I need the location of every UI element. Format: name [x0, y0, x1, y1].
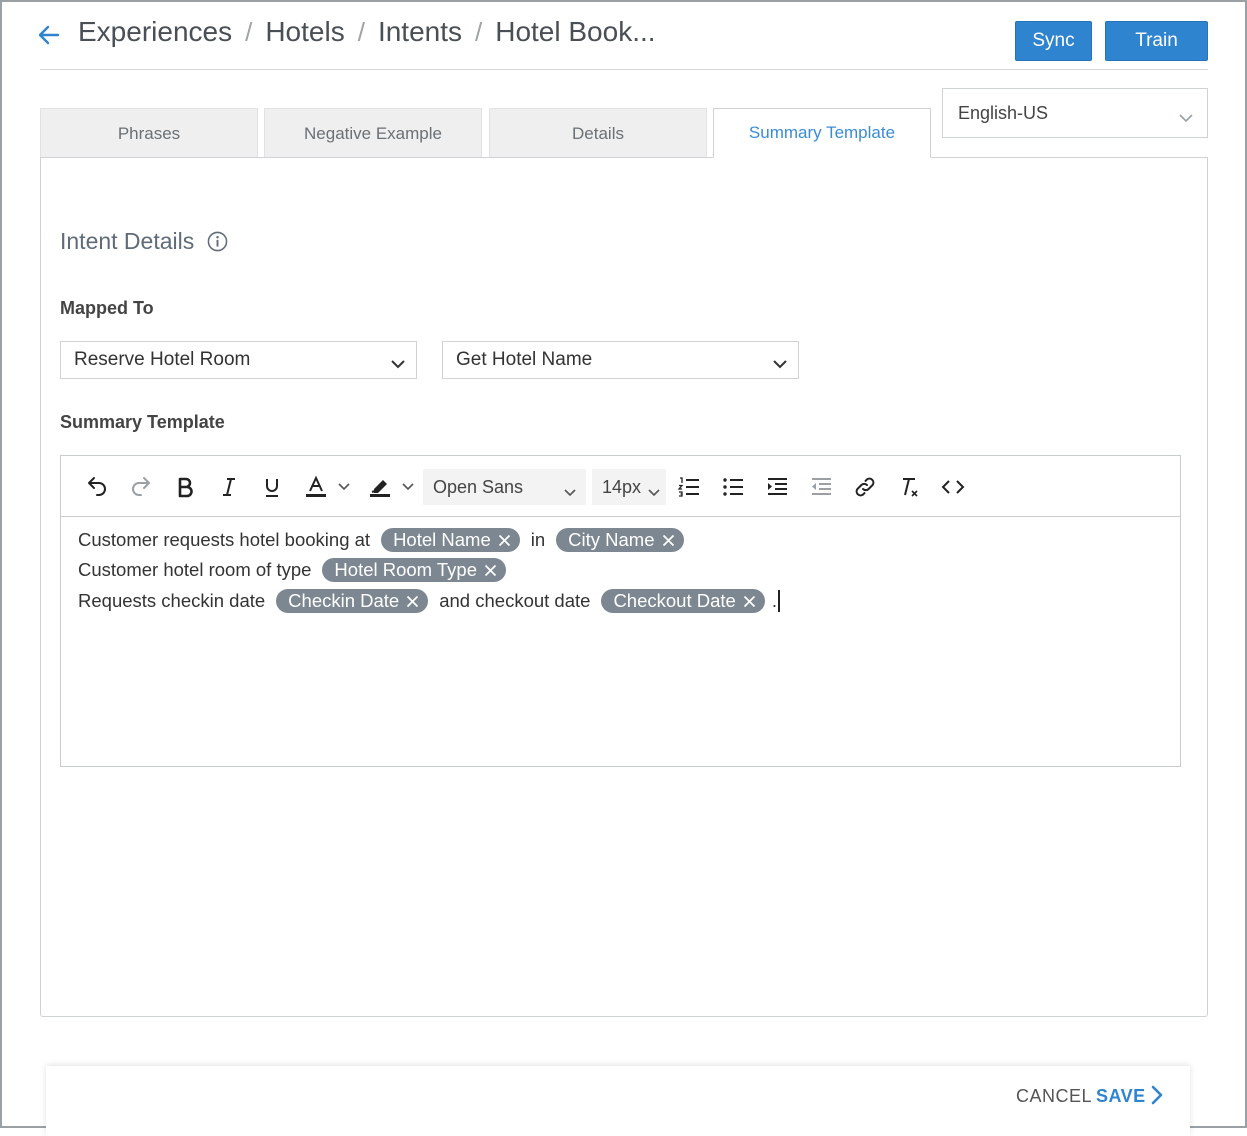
entity-chip[interactable]: City Name — [556, 528, 684, 552]
chevron-down-icon — [1179, 107, 1193, 128]
chevron-down-icon — [647, 482, 661, 503]
back-arrow-icon[interactable] — [36, 22, 62, 48]
template-line: Requests checkin date Checkin Date and c… — [78, 588, 780, 614]
entity-chip[interactable]: Checkin Date — [276, 589, 429, 613]
entity-chip[interactable]: Hotel Room Type — [322, 558, 507, 582]
highlight-color-dropdown-icon[interactable] — [398, 473, 418, 501]
font-family-value: Open Sans — [433, 476, 524, 497]
sync-button[interactable]: Sync — [1015, 21, 1092, 61]
mapped-to-secondary-select[interactable]: Get Hotel Name — [442, 341, 799, 379]
template-line: Customer requests hotel booking at Hotel… — [78, 527, 695, 553]
bold-icon[interactable] — [171, 473, 199, 501]
tab-summary-template[interactable]: Summary Template — [713, 108, 931, 158]
breadcrumb-experiences[interactable]: Experiences — [78, 16, 232, 48]
entity-chip[interactable]: Checkout Date — [601, 589, 765, 613]
entity-chip-label: Hotel Room Type — [334, 559, 478, 580]
template-text: Customer requests hotel booking at — [78, 529, 371, 550]
italic-icon[interactable] — [215, 473, 243, 501]
section-title-text: Intent Details — [60, 228, 195, 254]
close-icon[interactable] — [406, 595, 419, 608]
highlight-color-icon[interactable] — [366, 473, 394, 501]
editor-toolbar: Open Sans 14px — [61, 456, 1180, 517]
chevron-down-icon — [390, 354, 406, 376]
template-text: Customer hotel room of type — [78, 559, 312, 580]
cancel-button[interactable]: CANCEL — [1016, 1086, 1092, 1107]
tab-details[interactable]: Details — [489, 108, 707, 158]
template-text: and checkout date — [439, 590, 591, 611]
text-cursor — [777, 590, 780, 612]
indent-icon[interactable] — [763, 473, 791, 501]
close-icon[interactable] — [743, 595, 756, 608]
chevron-right-icon[interactable] — [1150, 1084, 1164, 1111]
language-select-value: English-US — [958, 102, 1049, 123]
rich-text-editor: Open Sans 14px Customer requests hotel b… — [60, 455, 1181, 767]
font-family-select[interactable]: Open Sans — [423, 469, 586, 505]
breadcrumb-separator: / — [357, 16, 365, 47]
mapped-to-primary-value: Reserve Hotel Room — [74, 349, 251, 370]
template-line: Customer hotel room of type Hotel Room T… — [78, 557, 517, 583]
breadcrumb-separator: / — [475, 16, 483, 47]
clear-formatting-icon[interactable] — [895, 473, 923, 501]
entity-chip-label: Hotel Name — [393, 529, 491, 550]
undo-icon[interactable] — [83, 473, 111, 501]
text-color-dropdown-icon[interactable] — [334, 473, 354, 501]
underline-icon[interactable] — [258, 473, 286, 501]
text-color-icon[interactable] — [302, 473, 330, 501]
breadcrumb-separator: / — [245, 16, 253, 47]
section-title: Intent Details — [60, 228, 228, 255]
chevron-down-icon — [772, 354, 788, 376]
entity-chip-label: City Name — [568, 529, 655, 550]
template-text: Requests checkin date — [78, 590, 266, 611]
bullet-list-icon[interactable] — [719, 473, 747, 501]
code-view-icon[interactable] — [939, 473, 967, 501]
font-size-select[interactable]: 14px — [592, 469, 666, 505]
redo-icon[interactable] — [127, 473, 155, 501]
close-icon[interactable] — [484, 564, 497, 577]
breadcrumb-intents[interactable]: Intents — [378, 16, 462, 48]
mapped-to-label: Mapped To — [60, 298, 154, 318]
tab-phrases[interactable]: Phrases — [40, 108, 258, 158]
breadcrumb-hotels[interactable]: Hotels — [265, 16, 344, 48]
train-button[interactable]: Train — [1105, 21, 1208, 61]
entity-chip-label: Checkin Date — [288, 590, 400, 611]
close-icon[interactable] — [662, 534, 675, 547]
summary-template-label: Summary Template — [60, 412, 225, 432]
header-divider — [40, 69, 1208, 70]
breadcrumb-current: Hotel Book... — [495, 16, 656, 47]
chevron-down-icon — [563, 482, 577, 503]
save-button[interactable]: SAVE — [1096, 1086, 1146, 1107]
outdent-icon[interactable] — [807, 473, 835, 501]
entity-chip[interactable]: Hotel Name — [381, 528, 520, 552]
template-text: . — [771, 590, 777, 611]
language-select[interactable]: English-US — [942, 88, 1208, 138]
info-icon[interactable] — [207, 231, 228, 252]
link-icon[interactable] — [851, 473, 879, 501]
close-icon[interactable] — [498, 534, 511, 547]
template-text: in — [530, 529, 546, 550]
mapped-to-secondary-value: Get Hotel Name — [456, 349, 593, 370]
breadcrumb: Experiences / Hotels / Intents / Hotel B… — [78, 16, 656, 48]
font-size-value: 14px — [602, 476, 642, 497]
tab-negative-example[interactable]: Negative Example — [264, 108, 482, 158]
mapped-to-primary-select[interactable]: Reserve Hotel Room — [60, 341, 417, 379]
numbered-list-icon[interactable] — [675, 473, 703, 501]
entity-chip-label: Checkout Date — [613, 590, 736, 611]
